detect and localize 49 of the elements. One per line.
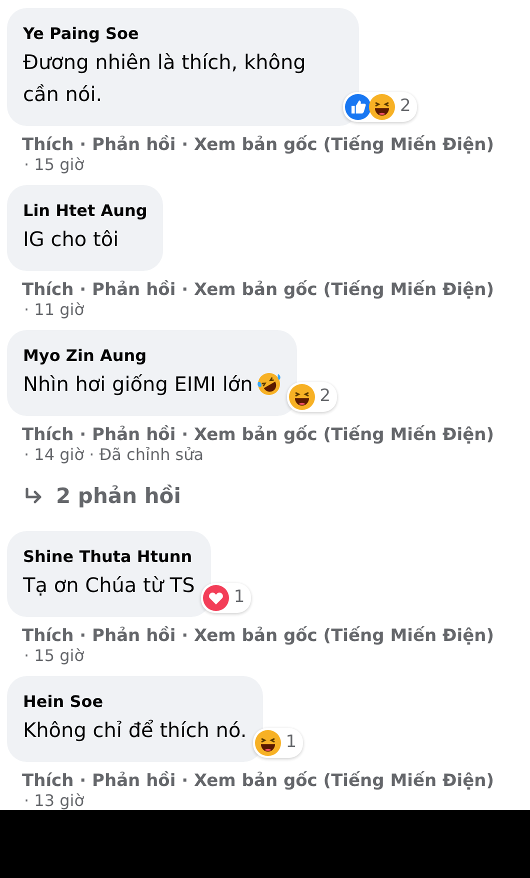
action-link[interactable]: Xem bản gốc (Tiếng Miến Điện) bbox=[194, 135, 494, 155]
comment-meta: · 15 giờ bbox=[24, 646, 86, 666]
separator-dot: · bbox=[78, 135, 88, 155]
comment-text: Tạ ơn Chúa từ TS bbox=[23, 572, 195, 598]
comment-meta: · 11 giờ bbox=[24, 300, 86, 320]
action-link[interactable]: Phản hồi bbox=[92, 135, 176, 155]
comment-meta: · 14 giờ · Đã chỉnh sửa bbox=[24, 445, 205, 465]
action-link[interactable]: Thích bbox=[22, 770, 74, 790]
comment-text: IG cho tôi bbox=[23, 226, 120, 253]
reactions-badge[interactable]: 2 bbox=[343, 92, 417, 122]
reaction-count: 2 bbox=[400, 95, 411, 118]
separator-dot: · bbox=[180, 135, 190, 155]
separator-dot: · bbox=[180, 626, 190, 646]
action-link[interactable]: Xem bản gốc (Tiếng Miến Điện) bbox=[194, 626, 494, 646]
comment-text: Đương nhiên là thích, không cần nói. bbox=[23, 49, 307, 108]
author-name[interactable]: Hein Soe bbox=[23, 690, 247, 714]
separator-dot: · bbox=[180, 425, 190, 445]
reaction-count: 1 bbox=[286, 730, 297, 754]
separator-dot: · bbox=[180, 280, 190, 300]
reactions-badge[interactable]: 1 bbox=[200, 582, 251, 612]
separator-dot: · bbox=[78, 770, 88, 790]
comment-meta: · 15 giờ bbox=[24, 155, 86, 175]
action-link[interactable]: Xem bản gốc (Tiếng Miến Điện) bbox=[194, 770, 494, 790]
action-link[interactable]: Thích bbox=[22, 425, 74, 445]
reaction-count: 1 bbox=[234, 586, 245, 609]
action-link[interactable]: Phản hồi bbox=[92, 280, 176, 300]
comment-text: Không chỉ để thích nó. bbox=[23, 716, 247, 744]
author-name[interactable]: Myo Zin Aung bbox=[23, 344, 281, 368]
reaction-count: 2 bbox=[320, 385, 331, 408]
reactions-badge[interactable]: 1 bbox=[252, 728, 303, 758]
action-link[interactable]: Thích bbox=[22, 135, 74, 155]
separator-dot: · bbox=[180, 770, 190, 790]
action-link[interactable]: Phản hồi bbox=[92, 626, 176, 646]
separator-dot: · bbox=[78, 280, 88, 300]
comment-meta: · 13 giờ bbox=[24, 790, 86, 810]
separator-dot: · bbox=[78, 425, 88, 445]
action-link[interactable]: Phản hồi bbox=[92, 425, 176, 445]
reactions-badge[interactable]: 2 bbox=[286, 382, 337, 412]
author-name[interactable]: Lin Htet Aung bbox=[23, 199, 148, 223]
action-link[interactable]: Thích bbox=[22, 280, 74, 300]
view-replies-link[interactable]: 2 phản hồi bbox=[24, 481, 530, 512]
author-name[interactable]: Ye Paing Soe bbox=[23, 22, 343, 46]
author-name[interactable]: Shine Thuta Htunn bbox=[23, 544, 195, 568]
action-link[interactable]: Xem bản gốc (Tiếng Miến Điện) bbox=[194, 425, 494, 445]
action-link[interactable]: Xem bản gốc (Tiếng Miến Điện) bbox=[194, 280, 494, 300]
separator-dot: · bbox=[78, 626, 88, 646]
action-link[interactable]: Thích bbox=[22, 626, 74, 646]
comment-text: Nhìn hơi giống EIMI lớn bbox=[23, 368, 281, 400]
action-link[interactable]: Phản hồi bbox=[92, 770, 176, 790]
